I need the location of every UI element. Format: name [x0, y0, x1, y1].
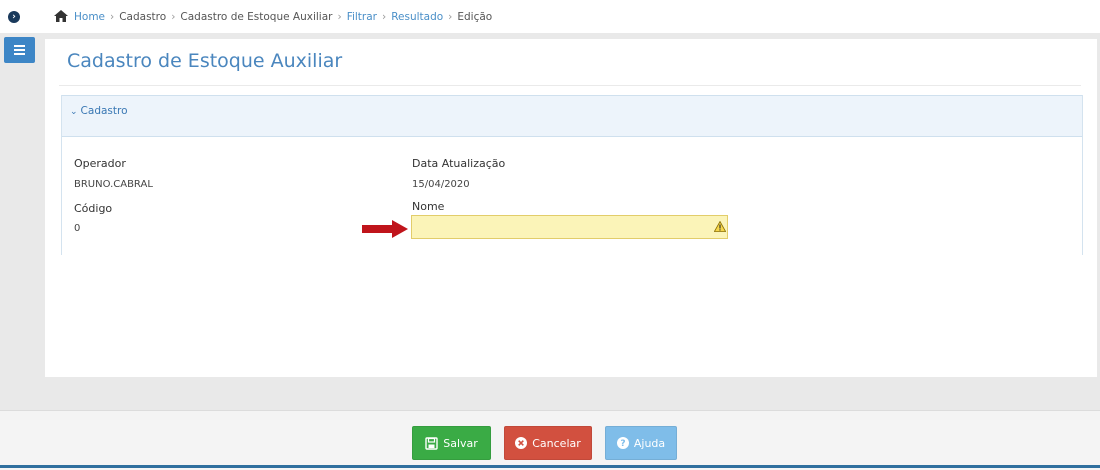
data-atualizacao-value: 15/04/2020 [412, 179, 470, 190]
arrow-icon [362, 220, 408, 238]
expand-icon[interactable]: › [8, 11, 20, 23]
breadcrumb-home[interactable]: Home [74, 11, 105, 23]
top-bar: › Home › Cadastro › Cadastro de Estoque Auxi… [0, 0, 1100, 33]
form-card: Cadastro de Estoque Auxiliar ⌄ Cadastro [45, 39, 1097, 377]
home-icon[interactable] [54, 10, 68, 22]
help-button[interactable]: ? Ajuda [605, 426, 677, 460]
menu-button[interactable] [4, 37, 35, 63]
operador-value: BRUNO.CABRAL [74, 179, 153, 190]
breadcrumb-cadastro: Cadastro [119, 11, 167, 23]
nome-label: Nome [412, 200, 445, 213]
save-icon [425, 436, 438, 450]
operador-label: Operador [74, 157, 126, 170]
bottom-border [0, 465, 1100, 468]
codigo-label: Código [74, 202, 113, 215]
breadcrumb-filtrar[interactable]: Filtrar [347, 11, 377, 23]
svg-text:?: ? [620, 439, 625, 449]
panel-header[interactable]: ⌄ Cadastro [62, 95, 1082, 137]
data-atualizacao-label: Data Atualização [412, 157, 506, 170]
hamburger-icon [14, 45, 25, 47]
title-divider [59, 85, 1081, 86]
save-button[interactable]: Salvar [412, 426, 491, 460]
panel-title[interactable]: ⌄ Cadastro [70, 105, 128, 117]
warning-icon [714, 221, 726, 232]
codigo-value: 0 [74, 223, 81, 234]
breadcrumb-estoque: Cadastro de Estoque Auxiliar [180, 11, 333, 23]
breadcrumb: Home › Cadastro › Cadastro de Estoque Auxili… [54, 10, 492, 23]
page-title: Cadastro de Estoque Auxiliar [67, 50, 343, 72]
breadcrumb-edicao: Edição [457, 11, 493, 23]
nome-input[interactable] [411, 215, 728, 239]
cancel-button[interactable]: Cancelar [504, 426, 592, 460]
breadcrumb-resultado[interactable]: Resultado [391, 11, 443, 23]
close-circle-icon [515, 437, 528, 449]
help-icon: ? [616, 437, 629, 449]
chevron-down-icon: ⌄ [70, 107, 78, 117]
